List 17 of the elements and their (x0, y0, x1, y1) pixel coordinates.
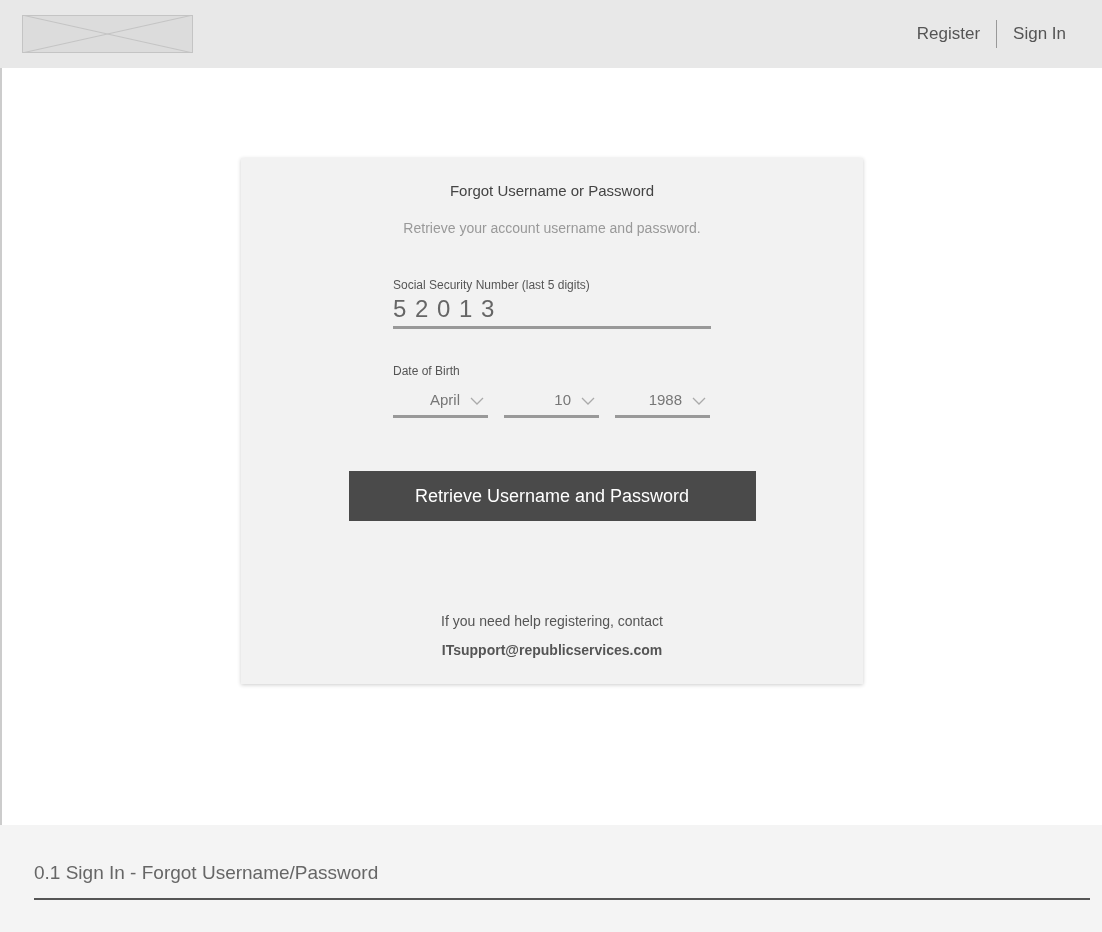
support-email-link[interactable]: ITsupport@republicservices.com (441, 640, 663, 661)
help-text: If you need help registering, contact (441, 612, 663, 631)
date-select[interactable]: April (393, 386, 488, 418)
date-select[interactable]: 10 (504, 386, 599, 418)
nav-link[interactable]: Register (916, 21, 981, 47)
nav-link[interactable]: Sign In (1013, 21, 1066, 47)
chevron-down-icon (581, 396, 595, 405)
card-title: Forgot Username or Password (449, 181, 655, 201)
date-select[interactable]: 1988 (615, 386, 710, 418)
chevron-down-icon (692, 396, 706, 405)
card-subtitle: Retrieve your account username and password. (403, 219, 701, 238)
page-caption: 0.1 Sign In - Forgot Username/Password (34, 859, 1090, 900)
chevron-down-icon (470, 396, 484, 405)
field-label: Social Security Number (last 5 digits) (393, 277, 591, 294)
retrieve-button[interactable]: Retrieve Username and Password (348, 471, 756, 521)
field-label: Date of Birth (393, 363, 461, 380)
ssn-field[interactable]: 5 2 0 1 3 (393, 294, 711, 329)
